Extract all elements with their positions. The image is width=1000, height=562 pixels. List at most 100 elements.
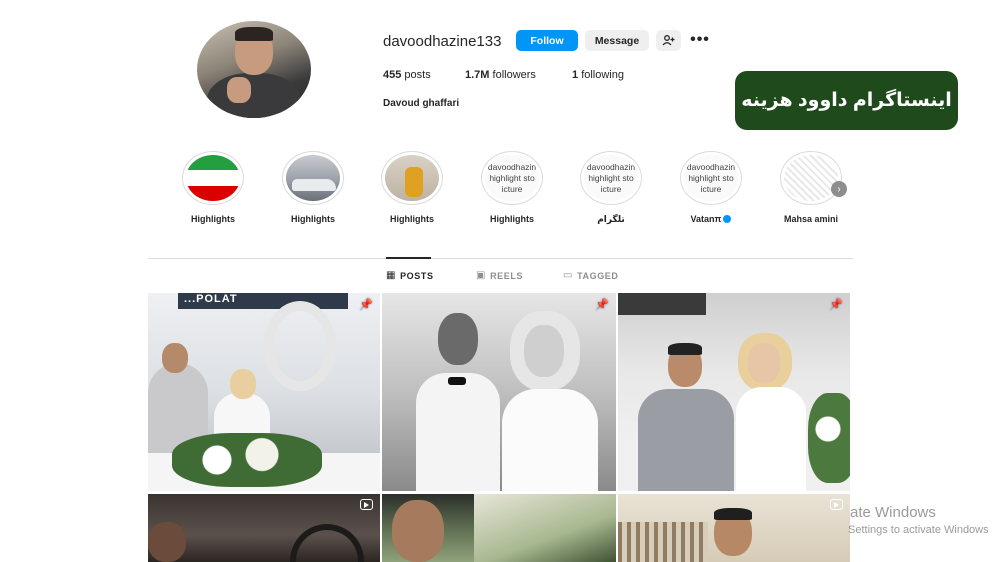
post-thumbnail[interactable]: 📌 xyxy=(618,293,850,491)
broken-image-alt-text: davoodhazin highlight sto icture xyxy=(684,155,738,201)
highlight-label: تلگرام xyxy=(597,214,625,224)
highlight-label: Highlights xyxy=(191,214,235,224)
alt-text-line: icture xyxy=(501,183,523,194)
alt-text-line: icture xyxy=(700,183,722,194)
highlight-item[interactable]: Highlights xyxy=(367,151,457,224)
steering-wheel xyxy=(290,524,364,562)
tab-tagged[interactable]: ▭ TAGGED xyxy=(563,270,619,281)
highlight-ring: davoodhazin highlight sto icture xyxy=(680,151,742,205)
alt-text-line: icture xyxy=(600,183,622,194)
store-shelves xyxy=(618,522,708,562)
tab-reels-label: REELS xyxy=(490,270,524,281)
following-stat[interactable]: 1 following xyxy=(572,69,624,81)
followers-stat[interactable]: 1.7M followers xyxy=(465,69,536,81)
highlight-item[interactable]: Highlights xyxy=(168,151,258,224)
post-flowers xyxy=(172,433,322,487)
instagram-profile-page: davoodhazine133 Follow Message ••• 455 p… xyxy=(0,0,1000,562)
post-thumbnail[interactable]: ...POLAT 📌 xyxy=(148,293,380,491)
post-person xyxy=(638,343,734,491)
alt-text-line: highlight sto xyxy=(688,172,734,183)
avatar-shirt xyxy=(207,73,301,118)
highlight-ring: davoodhazin highlight sto icture xyxy=(580,151,642,205)
highlight-item[interactable]: davoodhazin highlight sto icture تلگرام xyxy=(566,151,656,225)
tabs-divider xyxy=(148,258,853,259)
highlight-thumbnail: davoodhazin highlight sto icture xyxy=(485,155,539,201)
highlight-ring xyxy=(381,151,443,205)
highlight-thumbnail: davoodhazin highlight sto icture xyxy=(684,155,738,201)
iran-flag-image xyxy=(186,155,240,201)
alt-text-line: davoodhazin xyxy=(686,161,736,172)
followers-count: 1.7M xyxy=(465,69,490,81)
post-thumbnail[interactable] xyxy=(148,494,380,562)
add-user-button[interactable] xyxy=(656,30,681,51)
following-count: 1 xyxy=(572,69,579,81)
post-flowers xyxy=(808,393,850,483)
profile-avatar[interactable] xyxy=(197,21,311,118)
pin-icon: 📌 xyxy=(359,299,373,311)
profile-full-name: Davoud ghaffari xyxy=(383,98,460,109)
post-thumbnail[interactable]: 📌 xyxy=(382,293,616,491)
tagged-icon: ▭ xyxy=(563,270,574,281)
tab-tagged-label: TAGGED xyxy=(577,270,619,281)
followers-label: followers xyxy=(492,69,536,81)
tab-posts[interactable]: ▦ POSTS xyxy=(386,270,434,281)
post-sign-text: ...POLAT xyxy=(178,293,348,309)
highlight-ring xyxy=(182,151,244,205)
highlight-item[interactable]: davoodhazin highlight sto icture Highlig… xyxy=(467,151,557,224)
post-thumbnail[interactable] xyxy=(618,494,850,562)
highlight-thumbnail xyxy=(286,155,340,201)
highlight-thumbnail xyxy=(385,155,439,201)
alt-text-line: davoodhazin xyxy=(487,161,537,172)
post-person xyxy=(502,311,602,491)
verified-icon xyxy=(723,214,732,223)
post-person xyxy=(148,522,186,562)
reels-icon: ▣ xyxy=(476,270,487,281)
highlight-thumbnail: davoodhazin highlight sto icture xyxy=(584,155,638,201)
highlight-label: Vatanπ xyxy=(666,214,756,224)
highlight-item[interactable]: davoodhazin highlight sto icture Vatanπ xyxy=(666,151,756,224)
highlight-label: Highlights xyxy=(291,214,335,224)
highlights-next-arrow-icon[interactable]: › xyxy=(831,181,847,197)
post-background-screen xyxy=(618,293,706,315)
post-person xyxy=(736,333,806,491)
highlight-label: Highlights xyxy=(390,214,434,224)
sketch-image xyxy=(784,155,838,201)
grid-icon: ▦ xyxy=(386,270,397,281)
highlight-thumbnail xyxy=(186,155,240,201)
highlight-thumbnail xyxy=(784,155,838,201)
pin-icon: 📌 xyxy=(595,299,609,311)
alt-text-line: highlight sto xyxy=(489,172,535,183)
windows-activation-watermark: ate Windows xyxy=(850,504,936,521)
flower-wreath xyxy=(264,301,336,391)
highlight-ring xyxy=(780,151,842,205)
car-image xyxy=(286,155,340,201)
tab-reels[interactable]: ▣ REELS xyxy=(476,270,523,281)
profile-username: davoodhazine133 xyxy=(383,33,502,50)
posts-label: posts xyxy=(404,69,431,81)
highlight-label-text: Vatanπ xyxy=(690,214,722,224)
add-user-icon xyxy=(662,35,675,46)
broken-image-alt-text: davoodhazin highlight sto icture xyxy=(485,155,539,201)
post-person xyxy=(392,500,444,562)
post-thumbnail[interactable] xyxy=(382,494,616,562)
pin-icon: 📌 xyxy=(829,299,843,311)
broken-image-alt-text: davoodhazin highlight sto icture xyxy=(584,155,638,201)
car-window xyxy=(474,494,616,562)
following-label: following xyxy=(581,69,624,81)
highlight-item[interactable]: Highlights xyxy=(268,151,358,224)
highlight-label: Mahsa amini xyxy=(783,214,839,224)
follow-button[interactable]: Follow xyxy=(516,30,578,51)
posts-count: 455 xyxy=(383,69,402,81)
tab-posts-label: POSTS xyxy=(400,270,434,281)
post-person-hair xyxy=(714,508,752,520)
avatar-hands xyxy=(227,77,251,103)
reel-icon xyxy=(830,499,843,510)
posts-count-stat: 455 posts xyxy=(383,69,431,81)
person-image xyxy=(385,155,439,201)
alt-text-line: highlight sto xyxy=(588,172,634,183)
highlight-ring: davoodhazin highlight sto icture xyxy=(481,151,543,205)
post-person xyxy=(416,313,500,491)
message-button[interactable]: Message xyxy=(585,30,649,51)
more-options-icon[interactable]: ••• xyxy=(690,31,710,49)
alt-text-line: davoodhazin xyxy=(586,161,636,172)
